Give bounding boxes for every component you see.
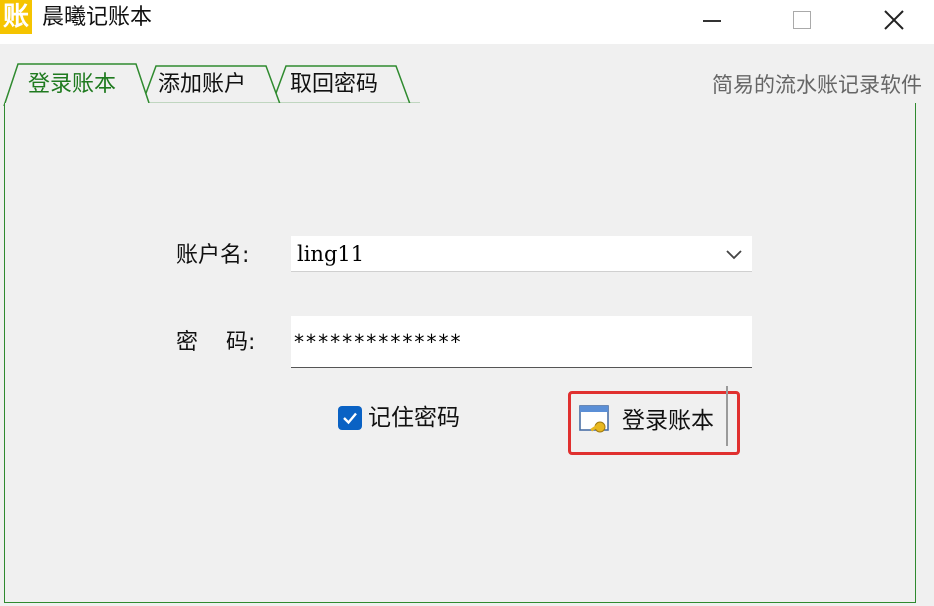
- app-icon: 账: [0, 0, 32, 34]
- checkmark-icon: [343, 412, 357, 425]
- account-label: 账户名:: [176, 243, 250, 268]
- account-value: ling11: [297, 242, 365, 266]
- account-combobox[interactable]: ling11: [291, 236, 752, 272]
- tab-login-ledger[interactable]: 登录账本: [28, 70, 116, 100]
- login-button-label: 登录账本: [622, 407, 714, 433]
- chevron-down-icon[interactable]: [722, 242, 746, 266]
- login-ledger-button[interactable]: 登录账本: [574, 396, 726, 444]
- tab-recover-password[interactable]: 取回密码: [290, 70, 378, 100]
- button-edge: [726, 386, 728, 446]
- remember-password-checkbox[interactable]: 记住密码: [338, 402, 460, 434]
- password-label-part1: 密: [176, 330, 199, 355]
- maximize-button[interactable]: [774, 0, 830, 40]
- close-icon: [884, 10, 904, 30]
- minimize-icon: [703, 20, 721, 22]
- window-key-icon: [579, 405, 609, 433]
- password-label-part2: 码:: [226, 330, 256, 355]
- window-title: 晨曦记账本: [42, 5, 153, 30]
- minimize-button[interactable]: [684, 0, 740, 40]
- app-tagline: 简易的流水账记录软件: [712, 73, 922, 97]
- title-bar: 账 晨曦记账本: [0, 0, 934, 44]
- password-field[interactable]: [291, 316, 752, 368]
- tab-add-account[interactable]: 添加账户: [158, 70, 246, 100]
- maximize-icon: [793, 11, 811, 29]
- close-button[interactable]: [866, 0, 922, 40]
- remember-password-label: 记住密码: [368, 405, 460, 431]
- checkbox-checked-icon[interactable]: [338, 406, 362, 430]
